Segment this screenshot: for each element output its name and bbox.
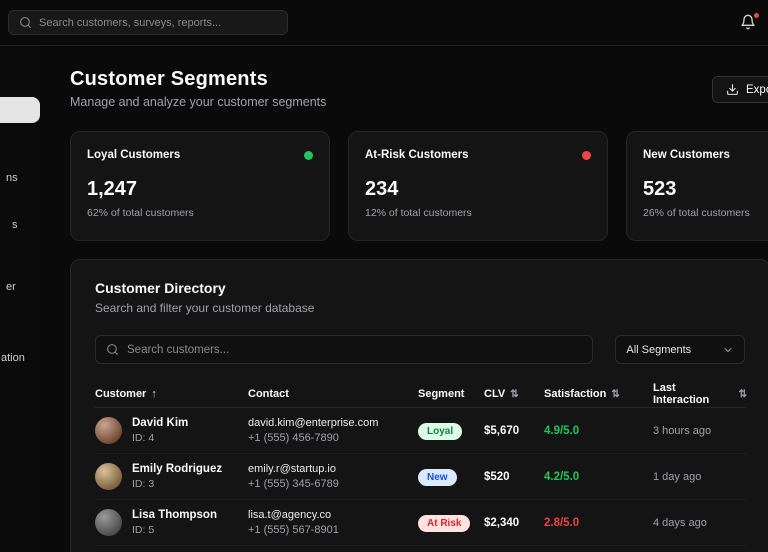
column-header-segment: Segment: [418, 388, 465, 400]
global-search[interactable]: [8, 10, 288, 35]
clv-value: $2,340: [484, 516, 520, 529]
customer-id: ID: 3: [132, 478, 155, 490]
clv-value: $5,670: [484, 424, 520, 437]
stat-card-new: New Customers 523 26% of total customers: [626, 131, 768, 241]
customer-directory-card: Customer Directory Search and filter you…: [70, 259, 768, 552]
segment-filter-value: All Segments: [626, 343, 692, 356]
customer-phone: +1 (555) 456-7890: [248, 432, 339, 444]
customer-email: lisa.t@agency.co: [248, 509, 332, 521]
segment-badge: At Risk: [418, 515, 471, 532]
sidebar: ns s er ation: [0, 46, 40, 552]
download-icon: [726, 83, 739, 96]
table-header-row: Customer ↑ Contact Segment CLV ⇅ Satisfa: [95, 381, 747, 408]
sidebar-item[interactable]: er: [6, 281, 16, 293]
stat-title: At-Risk Customers: [365, 149, 469, 161]
stat-caption: 26% of total customers: [643, 207, 750, 219]
sort-asc-icon: ↑: [151, 388, 157, 400]
stat-cards-row: Loyal Customers 1,247 62% of total custo…: [70, 131, 768, 241]
customer-name: Emily Rodriguez: [132, 463, 223, 475]
status-dot: [582, 150, 591, 160]
topbar: [0, 0, 768, 46]
segment-badge: Loyal: [418, 423, 463, 440]
last-interaction-value: 1 day ago: [653, 470, 702, 483]
customer-search-input[interactable]: [127, 343, 583, 356]
customer-table: Customer ↑ Contact Segment CLV ⇅ Satisfa: [95, 381, 747, 552]
global-search-input[interactable]: [39, 16, 277, 29]
customer-phone: +1 (555) 567-8901: [248, 524, 339, 536]
sidebar-item[interactable]: ation: [1, 352, 25, 364]
table-row[interactable]: Emily Rodriguez ID: 3 emily.r@startup.io…: [95, 454, 747, 500]
export-button[interactable]: Export: [712, 76, 768, 103]
stat-title: Loyal Customers: [87, 149, 181, 161]
stat-value: 1,247: [87, 178, 138, 200]
customer-id: ID: 4: [132, 432, 155, 444]
page-subtitle: Manage and analyze your customer segment…: [70, 95, 327, 109]
avatar: [95, 509, 122, 536]
customer-search[interactable]: [95, 335, 594, 364]
stat-card-at-risk: At-Risk Customers 234 12% of total custo…: [348, 131, 608, 241]
main-content: Customer Segments Manage and analyze you…: [40, 46, 768, 552]
sort-updown-icon: ⇅: [510, 388, 519, 400]
segment-badge: New: [418, 469, 457, 486]
directory-subtitle: Search and filter your customer database: [95, 301, 315, 315]
table-row[interactable]: Lisa Thompson ID: 5 lisa.t@agency.co +1 …: [95, 500, 747, 546]
directory-title: Customer Directory: [95, 280, 226, 296]
last-interaction-value: 3 hours ago: [653, 424, 712, 437]
table-row[interactable]: [95, 546, 747, 552]
status-dot: [304, 150, 313, 160]
customer-email: emily.r@startup.io: [248, 463, 336, 475]
customer-name: Lisa Thompson: [132, 509, 217, 521]
sidebar-active-item[interactable]: [0, 97, 40, 123]
clv-value: $520: [484, 470, 510, 483]
sidebar-item[interactable]: s: [12, 219, 18, 231]
customer-phone: +1 (555) 345-6789: [248, 478, 339, 490]
stat-value: 523: [643, 178, 677, 200]
column-header-clv[interactable]: CLV ⇅: [484, 388, 544, 400]
customer-email: david.kim@enterprise.com: [248, 417, 379, 429]
avatar: [95, 463, 122, 490]
avatar: [95, 417, 122, 444]
notification-badge-dot: [753, 11, 760, 19]
customer-id: ID: 5: [132, 524, 155, 536]
last-interaction-value: 4 days ago: [653, 516, 707, 529]
stat-caption: 12% of total customers: [365, 207, 472, 219]
segment-filter-select[interactable]: All Segments: [615, 335, 745, 364]
column-header-last-interaction[interactable]: Last Interaction ⇅: [653, 382, 747, 406]
export-button-label: Export: [746, 83, 768, 96]
satisfaction-value: 4.2/5.0: [544, 470, 580, 483]
satisfaction-value: 2.8/5.0: [544, 516, 580, 529]
sort-updown-icon: ⇅: [738, 388, 747, 400]
column-header-customer[interactable]: Customer ↑: [95, 388, 248, 400]
satisfaction-value: 4.9/5.0: [544, 424, 580, 437]
column-header-satisfaction[interactable]: Satisfaction ⇅: [544, 388, 653, 400]
table-row[interactable]: David Kim ID: 4 david.kim@enterprise.com…: [95, 408, 747, 454]
search-icon: [106, 343, 119, 356]
page-title: Customer Segments: [70, 68, 268, 90]
stat-card-loyal: Loyal Customers 1,247 62% of total custo…: [70, 131, 330, 241]
stat-title: New Customers: [643, 149, 730, 161]
column-header-contact: Contact: [248, 388, 289, 400]
sort-updown-icon: ⇅: [611, 388, 620, 400]
search-icon: [19, 16, 32, 29]
chevron-down-icon: [722, 344, 734, 356]
stat-value: 234: [365, 178, 399, 200]
sidebar-item[interactable]: ns: [6, 172, 18, 184]
customer-name: David Kim: [132, 417, 189, 429]
stat-caption: 62% of total customers: [87, 207, 194, 219]
notifications-button[interactable]: [740, 11, 760, 32]
